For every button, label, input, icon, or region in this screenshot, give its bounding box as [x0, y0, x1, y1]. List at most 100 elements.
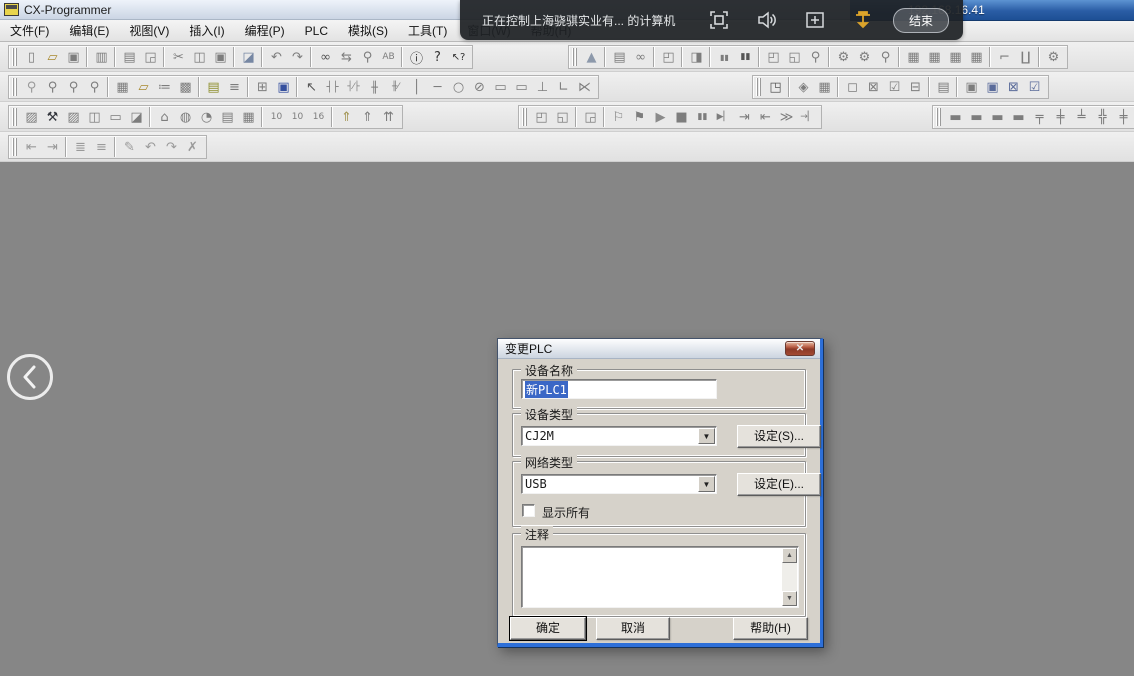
device-type-settings-button[interactable]: 设定(S)... — [737, 425, 821, 448]
watch-window-icon[interactable]: ▣ — [961, 77, 982, 97]
ladder-monitor-icon[interactable]: ∐ — [1015, 47, 1036, 67]
outdent-icon[interactable]: ⇤ — [21, 137, 42, 157]
rung-comment-icon[interactable]: ≣ — [70, 137, 91, 157]
compile-check-icon[interactable]: ▥ — [91, 47, 112, 67]
grid-toggle-icon[interactable]: ▦ — [112, 77, 133, 97]
menu-item-insert[interactable]: 插入(I) — [179, 20, 234, 42]
pen-icon[interactable]: ✎ — [119, 137, 140, 157]
trace4-icon[interactable]: ╬ — [1092, 107, 1113, 127]
ci-icon[interactable]: ▣ — [273, 77, 294, 97]
step-run-icon[interactable]: ▶▏ — [713, 107, 734, 127]
coil-icon[interactable]: ○ — [448, 77, 469, 97]
hex-16-icon[interactable]: 16 — [308, 107, 329, 127]
monitor-bar1-icon[interactable]: ▬ — [945, 107, 966, 127]
online-edit-icon[interactable]: ⚐ — [608, 107, 629, 127]
pen-undo-icon[interactable]: ↶ — [140, 137, 161, 157]
pause-monitor-icon[interactable]: ▮▮ — [714, 47, 735, 67]
io-table-icon[interactable]: ▩ — [175, 77, 196, 97]
transfer-to-plc-icon[interactable]: ◰ — [531, 107, 552, 127]
cancel-button[interactable]: 取消 — [596, 617, 670, 640]
instruction-box2-icon[interactable]: ▭ — [511, 77, 532, 97]
horizontal-line-icon[interactable]: ─ — [427, 77, 448, 97]
edge-cut-icon[interactable]: ⚙ — [1043, 47, 1064, 67]
undo-icon[interactable]: ↶ — [266, 47, 287, 67]
toolbar-grip[interactable] — [12, 48, 19, 66]
pin-icon[interactable] — [853, 10, 873, 30]
signed-10-icon[interactable]: 10 — [287, 107, 308, 127]
address-list-icon[interactable]: ≔ — [154, 77, 175, 97]
paste-special-icon[interactable]: ◪ — [238, 47, 259, 67]
trace2-icon[interactable]: ╪ — [1050, 107, 1071, 127]
or-contact-closed-icon[interactable]: ╫⁄ — [385, 77, 406, 97]
help-button[interactable]: 帮助(H) — [733, 617, 808, 640]
rung-wrap-icon[interactable]: ▦ — [238, 107, 259, 127]
find-icon[interactable]: ∞ — [315, 47, 336, 67]
find-replace-icon[interactable]: AB — [378, 47, 399, 67]
trace5-icon[interactable]: ╪ — [1113, 107, 1134, 127]
toolbar-grip[interactable] — [12, 108, 19, 126]
project-window-icon[interactable]: ▨ — [21, 107, 42, 127]
toolbar-grip[interactable] — [12, 138, 19, 156]
delete-symbol-icon[interactable]: ⊠ — [863, 77, 884, 97]
comment-textarea[interactable]: ▲ ▼ — [521, 546, 799, 608]
run-icon[interactable]: ▶ — [650, 107, 671, 127]
select-tool-icon[interactable]: ↖ — [301, 77, 322, 97]
menu-item-file[interactable]: 文件(F) — [0, 20, 59, 42]
compare-with-plc-icon[interactable]: ◲ — [580, 107, 601, 127]
insert-symbol-icon[interactable]: ◻ — [842, 77, 863, 97]
delete-branch-icon[interactable]: ⋉ — [574, 77, 595, 97]
collapse-symbol-icon[interactable]: ⊟ — [905, 77, 926, 97]
dialog-titlebar[interactable]: 变更PLC ✕ — [498, 339, 820, 359]
zoom-fit-icon[interactable]: ⚲ — [21, 77, 42, 97]
online-edit-send-icon[interactable]: ⚑ — [629, 107, 650, 127]
monitor-bar4-icon[interactable]: ▬ — [1008, 107, 1029, 127]
watch-sheet-icon[interactable]: ▣ — [982, 77, 1003, 97]
io-comment-icon[interactable]: ▤ — [217, 107, 238, 127]
menu-item-tools[interactable]: 工具(T) — [398, 20, 457, 42]
watch-panel-icon[interactable]: ◫ — [84, 107, 105, 127]
info-icon[interactable]: ⓘ — [406, 47, 427, 67]
toolbar-grip[interactable] — [12, 78, 19, 96]
device-type-select[interactable]: CJ2M ▼ — [521, 426, 717, 446]
ladder-view-icon[interactable]: ▤ — [203, 77, 224, 97]
zoom-in-icon[interactable]: ⚲ — [84, 77, 105, 97]
show-all-checkbox[interactable] — [522, 504, 535, 517]
save-icon[interactable]: ▣ — [63, 47, 84, 67]
menu-item-simulation[interactable]: 模拟(S) — [338, 20, 398, 42]
address-window-icon[interactable]: ▭ — [105, 107, 126, 127]
pen-cancel-icon[interactable]: ✗ — [182, 137, 203, 157]
symbols-icon[interactable]: ◈ — [793, 77, 814, 97]
new-file-icon[interactable]: ▯ — [21, 47, 42, 67]
force-off-icon[interactable]: ⇑ — [357, 107, 378, 127]
menu-item-edit[interactable]: 编辑(E) — [59, 20, 119, 42]
differential-step-icon[interactable]: ⌐ — [994, 47, 1015, 67]
cut-icon[interactable]: ✂ — [168, 47, 189, 67]
closed-coil-icon[interactable]: ⊘ — [469, 77, 490, 97]
invert-icon[interactable]: ⊥ — [532, 77, 553, 97]
trace1-icon[interactable]: ╤ — [1029, 107, 1050, 127]
decimal-10-icon[interactable]: 10 — [266, 107, 287, 127]
transfer-mode-icon[interactable]: ◨ — [686, 47, 707, 67]
watch-close-icon[interactable]: ⊠ — [1003, 77, 1024, 97]
validate-symbol-icon[interactable]: ☑ — [884, 77, 905, 97]
zoom-out-icon[interactable]: ⚲ — [63, 77, 84, 97]
instruction-box-icon[interactable]: ▭ — [490, 77, 511, 97]
rack-config-icon[interactable]: ▦ — [903, 47, 924, 67]
scroll-down-button[interactable]: ▼ — [782, 591, 797, 606]
program-section-icon[interactable]: ◳ — [765, 77, 786, 97]
print-preview-icon[interactable]: ◲ — [140, 47, 161, 67]
open-file-icon[interactable]: ▱ — [42, 47, 63, 67]
verify-settings-icon[interactable]: ⚲ — [875, 47, 896, 67]
contact-open-icon[interactable]: ┤├ — [322, 77, 343, 97]
vertical-line-icon[interactable]: │ — [406, 77, 427, 97]
search-window-icon[interactable]: ⚲ — [357, 47, 378, 67]
compare-settings-icon[interactable]: ⚙ — [833, 47, 854, 67]
network-type-dropdown-arrow[interactable]: ▼ — [698, 476, 715, 492]
contact-closed-icon[interactable]: ┤⁄├ — [343, 77, 364, 97]
monitor-mode-icon[interactable]: ▤ — [609, 47, 630, 67]
step-in-icon[interactable]: ⇥ — [734, 107, 755, 127]
stop-icon[interactable]: ■ — [671, 107, 692, 127]
device-type-dropdown-arrow[interactable]: ▼ — [698, 428, 715, 444]
ok-button[interactable]: 确定 — [510, 617, 586, 640]
toolbar-grip[interactable] — [936, 108, 943, 126]
